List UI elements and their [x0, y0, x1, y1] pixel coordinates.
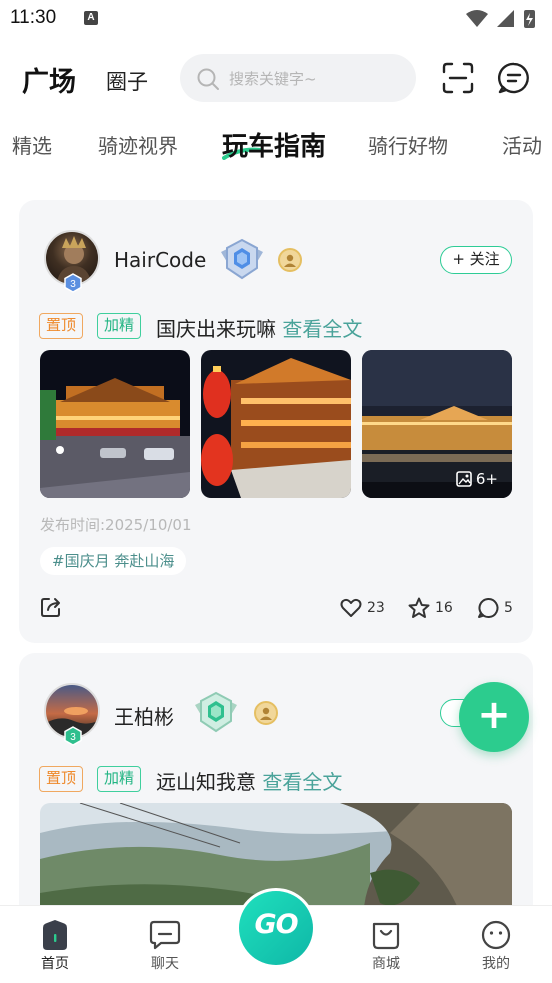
pinned-badge: 置顶: [39, 313, 84, 339]
search-placeholder: 搜索关键字~: [229, 70, 317, 88]
nav-label: 聊天: [151, 956, 179, 972]
nav-label: 商城: [372, 956, 400, 972]
chat-icon: [149, 920, 181, 950]
rank-badge-icon: [221, 238, 263, 280]
channel-tab-events[interactable]: 活动: [502, 130, 542, 159]
wifi-icon: [466, 10, 488, 27]
channel-tabs: 精选 骑迹视界 玩车指南 骑行好物 活动: [0, 120, 552, 172]
publish-time: 发布时间:2025/10/01: [40, 516, 192, 534]
message-icon[interactable]: [496, 60, 532, 96]
status-signal-icons: [466, 10, 535, 28]
topic-tag[interactable]: #国庆月 奔赴山海: [40, 547, 187, 575]
medal-icon: [254, 701, 278, 725]
comment-count: 5: [504, 600, 513, 616]
svg-text:3: 3: [70, 732, 76, 743]
username[interactable]: 王柏彬: [114, 701, 174, 730]
post-card[interactable]: 3 HairCode + 关注 置顶 加精 国庆出来玩嘛 查看全文 6+ 发布时…: [19, 200, 533, 643]
star-icon: [408, 597, 430, 618]
post-card[interactable]: 3 王柏彬 + 置顶 加精 远山知我意 查看全文: [19, 653, 533, 905]
favorite-count: 16: [435, 600, 453, 616]
nav-home[interactable]: 首页: [25, 920, 85, 973]
post-image[interactable]: [40, 350, 190, 498]
channel-tab-riding-goods[interactable]: 骑行好物: [368, 130, 448, 159]
create-post-button[interactable]: +: [459, 682, 529, 752]
follow-button[interactable]: + 关注: [440, 246, 512, 274]
heart-icon: [340, 598, 362, 617]
featured-badge: 加精: [97, 313, 142, 339]
pinned-badge: 置顶: [39, 766, 84, 792]
top-header: 广场 圈子 搜索关键字~: [0, 46, 552, 112]
share-icon[interactable]: [39, 595, 63, 619]
image-icon: [456, 471, 472, 487]
status-bar: 11:30 A: [0, 0, 552, 40]
svg-text:3: 3: [70, 279, 76, 290]
cellular-icon: [497, 10, 514, 27]
status-time: 11:30: [10, 7, 57, 28]
medal-icon: [278, 248, 302, 272]
like-button[interactable]: 23: [339, 595, 385, 621]
post-title-text: 国庆出来玩嘛: [156, 317, 276, 341]
rank-badge-icon: [195, 691, 237, 733]
profile-face-icon: [481, 920, 511, 950]
tab-plaza[interactable]: 广场: [22, 60, 76, 99]
shopping-bag-icon: [372, 922, 400, 950]
favorite-button[interactable]: 16: [407, 595, 453, 621]
post-title[interactable]: 国庆出来玩嘛 查看全文: [156, 313, 362, 342]
channel-tab-featured[interactable]: 精选: [12, 130, 52, 159]
tab-circle[interactable]: 圈子: [106, 66, 148, 96]
channel-tab-riding-vision[interactable]: 骑迹视界: [98, 130, 178, 159]
comment-icon: [478, 597, 499, 618]
scan-icon[interactable]: [440, 60, 476, 96]
post-title[interactable]: 远山知我意 查看全文: [156, 766, 342, 795]
read-more-link[interactable]: 查看全文: [282, 317, 362, 341]
more-images-badge: 6+: [456, 470, 498, 488]
home-icon: [43, 920, 67, 950]
user-level-icon: 3: [64, 273, 82, 293]
go-icon: GO: [239, 891, 313, 965]
bottom-navigation: 首页 聊天 GO 商城 我的: [0, 888, 552, 983]
nav-label: 我的: [482, 956, 510, 972]
notification-icon: A: [84, 11, 98, 25]
go-button[interactable]: GO: [236, 888, 316, 968]
user-level-icon: 3: [64, 726, 82, 746]
nav-chat[interactable]: 聊天: [135, 920, 195, 973]
nav-label: 首页: [41, 956, 69, 972]
comment-button[interactable]: 5: [476, 595, 513, 621]
post-image[interactable]: [201, 350, 351, 498]
search-icon: [197, 68, 219, 90]
username[interactable]: HairCode: [114, 248, 206, 272]
nav-shop[interactable]: 商城: [356, 920, 416, 973]
post-feed: 3 HairCode + 关注 置顶 加精 国庆出来玩嘛 查看全文 6+ 发布时…: [0, 180, 552, 905]
read-more-link[interactable]: 查看全文: [262, 770, 342, 794]
search-input[interactable]: 搜索关键字~: [180, 54, 416, 102]
more-images-count: 6+: [475, 470, 498, 488]
channel-tab-car-guide[interactable]: 玩车指南: [222, 126, 326, 163]
plus-icon: +: [477, 692, 511, 738]
nav-profile[interactable]: 我的: [466, 920, 526, 973]
featured-badge: 加精: [97, 766, 142, 792]
post-title-text: 远山知我意: [156, 770, 256, 794]
post-image[interactable]: 6+: [362, 350, 512, 498]
like-count: 23: [367, 600, 385, 616]
post-actions: 23 16 5: [19, 593, 533, 623]
go-label: GO: [254, 909, 298, 940]
